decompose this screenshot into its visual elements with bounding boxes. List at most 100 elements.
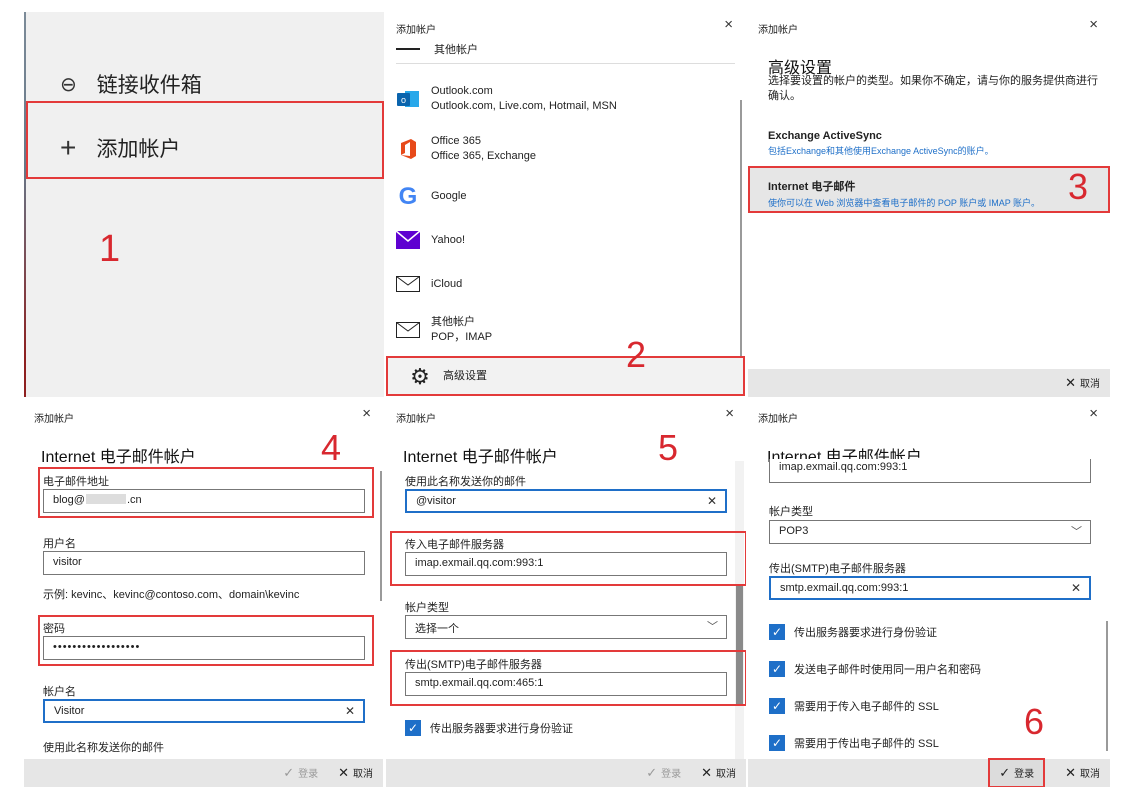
scrollbar[interactable] (740, 100, 742, 360)
exchange-option[interactable]: Exchange ActiveSync 包括Exchange和其他使用Excha… (768, 130, 1098, 157)
account-type-select[interactable]: POP3 ﹀ (769, 520, 1091, 544)
login-label: 登录 (661, 769, 682, 780)
close-button[interactable]: × (725, 405, 734, 422)
username-label: 用户名 (43, 538, 76, 550)
add-account-dialog: 添加帐户 × 其他帐户 o Outlook.com Outlook.com, Li… (386, 12, 745, 397)
email-value: .cn (126, 494, 142, 506)
login-button[interactable]: ✓ 登录 (283, 765, 318, 781)
same-credentials-checkbox[interactable]: ✓ 发送电子邮件时使用同一用户名和密码 (769, 661, 981, 677)
auth-checkbox[interactable]: ✓ 传出服务器要求进行身份验证 (769, 624, 937, 640)
account-desc: Outlook.com, Live.com, Hotmail, MSN (431, 100, 617, 112)
account-google[interactable]: G Google (396, 174, 735, 218)
gear-icon: ⚙ (410, 363, 430, 389)
close-button[interactable]: × (362, 405, 371, 422)
send-as-field[interactable]: @visitor ✕ (405, 489, 727, 513)
account-type-label: 帐户类型 (769, 506, 813, 518)
account-type-label: 帐户类型 (405, 602, 449, 614)
password-field[interactable]: •••••••••••••••••• (43, 636, 365, 660)
close-icon: ✕ (1065, 375, 1076, 390)
google-icon: G (398, 182, 418, 210)
checkbox-label: 传出服务器要求进行身份验证 (430, 723, 573, 735)
close-button[interactable]: × (724, 16, 733, 33)
scrollbar[interactable] (380, 471, 382, 601)
step-number: 5 (658, 427, 679, 468)
step-number: 3 (1068, 166, 1089, 207)
close-button[interactable]: × (1089, 405, 1098, 422)
office-icon (396, 137, 420, 161)
dialog-title: 添加帐户 (758, 414, 798, 425)
bottom-bar: ✓ 登录 ✕ 取消 (748, 758, 1110, 787)
incoming-server-field[interactable]: imap.exmail.qq.com:993:1 (769, 459, 1091, 483)
account-yahoo[interactable]: Yahoo! (396, 218, 735, 262)
account-name: 其他帐户 (431, 316, 475, 328)
account-other[interactable]: 其他帐户 POP，IMAP (396, 308, 735, 352)
server-settings-form-final: 添加帐户 × Internet 电子邮件帐户 imap.exmail.qq.co… (748, 401, 1110, 787)
incoming-server-field[interactable]: imap.exmail.qq.com:993:1 (405, 552, 727, 576)
check-icon: ✓ (646, 765, 658, 780)
outgoing-server-field[interactable]: smtp.exmail.qq.com:993:1 ✕ (769, 576, 1091, 600)
advanced-settings-item[interactable]: ⚙ 高级设置 (386, 356, 745, 396)
advanced-settings-dialog: 添加帐户 × 高级设置 选择要设置的帐户的类型。如果你不确定，请与你的服务提供商… (748, 12, 1110, 397)
scrollbar[interactable] (735, 461, 744, 761)
dialog-title: 添加帐户 (758, 25, 798, 36)
dialog-title: 添加帐户 (34, 414, 74, 425)
bottom-bar: ✓ 登录 ✕ 取消 (24, 759, 383, 787)
scrollbar[interactable] (1106, 621, 1108, 751)
cancel-button[interactable]: ✕ 取消 (1065, 375, 1100, 391)
outgoing-server-label: 传出(SMTP)电子邮件服务器 (405, 659, 542, 671)
account-name-field[interactable]: Visitor ✕ (43, 699, 365, 723)
outgoing-ssl-checkbox[interactable]: ✓ 需要用于传出电子邮件的 SSL (769, 735, 939, 751)
clear-icon[interactable]: ✕ (345, 704, 355, 718)
incoming-ssl-checkbox[interactable]: ✓ 需要用于传入电子邮件的 SSL (769, 698, 939, 714)
close-icon: ✕ (1065, 765, 1076, 780)
bottom-bar: ✓ 登录 ✕ 取消 (386, 759, 746, 787)
account-outlook[interactable]: o Outlook.com Outlook.com, Live.com, Hotm… (396, 77, 735, 121)
account-name-label: 帐户名 (43, 686, 76, 698)
link-inbox-item[interactable]: ⊖ 链接收件箱 (60, 69, 202, 99)
account-type-value: 选择一个 (415, 623, 459, 635)
checkbox-label: 发送电子邮件时使用同一用户名和密码 (794, 664, 981, 676)
check-icon: ✓ (405, 720, 421, 736)
other-account-top-item[interactable]: 其他帐户 (396, 34, 735, 64)
chevron-down-icon: ﹀ (1071, 526, 1082, 538)
mail-sidebar-panel: ⊖ 链接收件箱 + 添加帐户 1 (24, 12, 384, 397)
cancel-label: 取消 (353, 769, 373, 780)
clear-icon[interactable]: ✕ (707, 494, 717, 508)
account-desc: POP，IMAP (431, 331, 493, 343)
login-button[interactable]: ✓ 登录 (646, 765, 681, 781)
svg-text:o: o (401, 95, 406, 105)
internet-email-option[interactable]: Internet 电子邮件 使你可以在 Web 浏览器中查看电子邮件的 POP … (748, 166, 1110, 213)
account-icloud[interactable]: iCloud (396, 262, 735, 306)
step-number: 4 (321, 427, 342, 468)
account-type-select[interactable]: 选择一个 ﹀ (405, 615, 727, 639)
email-value: blog@ (53, 494, 85, 506)
cancel-button[interactable]: ✕ 取消 (338, 765, 373, 781)
link-icon: ⊖ (60, 73, 77, 96)
redacted-mask (85, 494, 126, 504)
account-office365[interactable]: Office 365 Office 365, Exchange (396, 127, 735, 171)
username-field[interactable]: visitor (43, 551, 365, 575)
email-field[interactable]: blog@ .cn (43, 489, 365, 513)
outgoing-server-field[interactable]: smtp.exmail.qq.com:465:1 (405, 672, 727, 696)
cancel-button[interactable]: ✕ 取消 (1065, 765, 1100, 781)
checkbox-label: 传出服务器要求进行身份验证 (794, 627, 937, 639)
close-button[interactable]: × (1089, 16, 1098, 33)
auth-checkbox[interactable]: ✓ 传出服务器要求进行身份验证 (405, 720, 573, 736)
clear-icon[interactable]: ✕ (1071, 581, 1081, 595)
check-icon: ✓ (283, 765, 295, 780)
account-desc: Office 365, Exchange (431, 150, 536, 162)
yahoo-icon (396, 228, 420, 252)
mail-icon (396, 47, 420, 50)
email-label: 电子邮件地址 (43, 476, 109, 488)
login-button[interactable]: ✓ 登录 (988, 758, 1046, 787)
highlight-box (26, 101, 384, 179)
advanced-label: 高级设置 (443, 369, 487, 382)
login-label: 登录 (1014, 769, 1035, 780)
page-title: Internet 电子邮件帐户 (41, 449, 196, 466)
cancel-label: 取消 (716, 769, 736, 780)
sidebar-edge (24, 12, 26, 397)
send-as-value: @visitor (416, 495, 456, 507)
account-name-value: Visitor (54, 705, 85, 717)
cancel-button[interactable]: ✕ 取消 (701, 765, 736, 781)
account-name: iCloud (431, 277, 463, 290)
